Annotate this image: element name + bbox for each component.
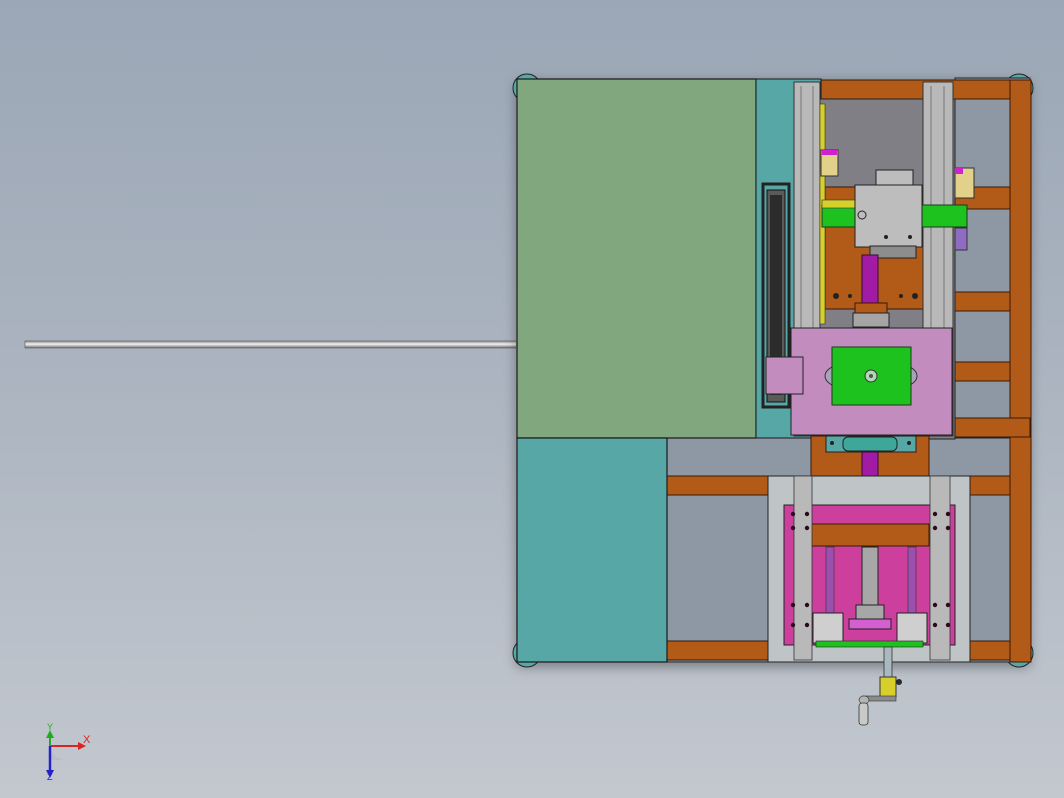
long-rod [24,340,520,349]
motor-block [854,184,923,248]
green-cover-panel[interactable] [516,78,757,439]
axis-y-label: Y [47,722,54,732]
axis-z-label: Z [47,772,53,782]
teal-cover-panel[interactable] [516,437,668,663]
axis-x-label: X [83,734,91,746]
cad-viewport[interactable]: X Y Z [0,0,1064,798]
machine-assembly-top-view[interactable] [0,0,1064,798]
axis-triad: X Y Z [38,722,98,784]
